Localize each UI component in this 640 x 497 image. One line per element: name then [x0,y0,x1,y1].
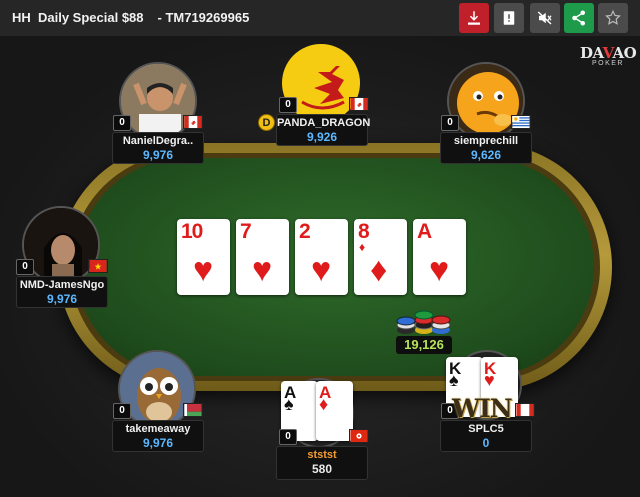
pot-chips-icon [396,310,451,334]
player-name: takemeaway [125,423,191,435]
dealer-button: D [258,114,275,131]
player-stack: 0 [482,436,490,450]
board-card-1: 10 ♥ [177,219,230,295]
flag-icon [503,11,515,25]
player-stack: 9,626 [470,148,502,162]
player-name: SPLC5 [468,423,504,435]
player-seat[interactable]: NMD-JamesNgo 9,976 [16,276,108,308]
player-name: NMD-JamesNgo [19,279,105,291]
board-card-4: 8 ♦ ♦ [354,219,407,295]
player-name: siemprechill [453,135,519,147]
player-name: ststst [307,449,337,461]
player-stack: 9,976 [142,436,174,450]
win-badge: WIN [452,394,513,423]
canada-flag-icon [183,115,203,129]
brand-logo: DAVAO POKER [580,44,637,67]
bet-amount: 0 [279,97,297,113]
bet-amount: 0 [279,429,297,445]
canada-flag-icon [349,97,369,111]
bet-amount: 0 [113,403,131,419]
canada-flag-icon [515,403,535,417]
table-title: HH Daily Special $88 - TM719269965 [12,10,249,25]
share-button[interactable] [564,3,594,33]
board-card-3: 2 ♥ [295,219,348,295]
player-seat[interactable]: NanielDegra.. 9,976 [112,132,204,164]
player-stack: 9,926 [306,130,338,144]
player-seat[interactable]: SPLC5 0 [440,420,532,452]
mute-button[interactable] [530,3,560,33]
download-button[interactable] [459,3,489,33]
player-seat[interactable]: ststst 580 [276,446,368,480]
player-stack: 9,976 [142,148,174,162]
player-stack: 9,976 [46,292,78,306]
bet-amount: 0 [113,115,131,131]
bet-amount: 0 [16,259,34,275]
player-seat[interactable]: takemeaway 9,976 [112,420,204,452]
bet-amount: 0 [441,115,459,131]
tournament-name: HH Daily Special $88 [12,10,144,25]
share-icon [572,10,585,26]
pot-amount: 19,126 [396,336,452,354]
uruguay-flag-icon [511,115,531,129]
favorite-button[interactable] [598,3,628,33]
vietnam-flag-icon [88,259,108,273]
download-icon [468,11,480,25]
board-card-5: A ♥ [413,219,466,295]
player-seat[interactable]: PANDA_DRAGON 9,926 [276,114,371,146]
player-seat[interactable]: siemprechill 9,626 [440,132,532,164]
belarus-flag-icon [183,403,203,417]
player-name: NanielDegra.. [122,135,194,147]
hong-kong-flag-icon [349,429,369,443]
report-button[interactable] [494,3,524,33]
player-name: PANDA_DRAGON [277,117,371,129]
star-icon [605,9,621,25]
top-bar: HH Daily Special $88 - TM719269965 [0,0,640,36]
mute-icon [537,11,552,25]
player-stack: 580 [311,462,333,476]
board-card-2: 7 ♥ [236,219,289,295]
hand-id: - TM719269965 [157,10,250,25]
hole-card-2: A ♦ [316,381,353,441]
